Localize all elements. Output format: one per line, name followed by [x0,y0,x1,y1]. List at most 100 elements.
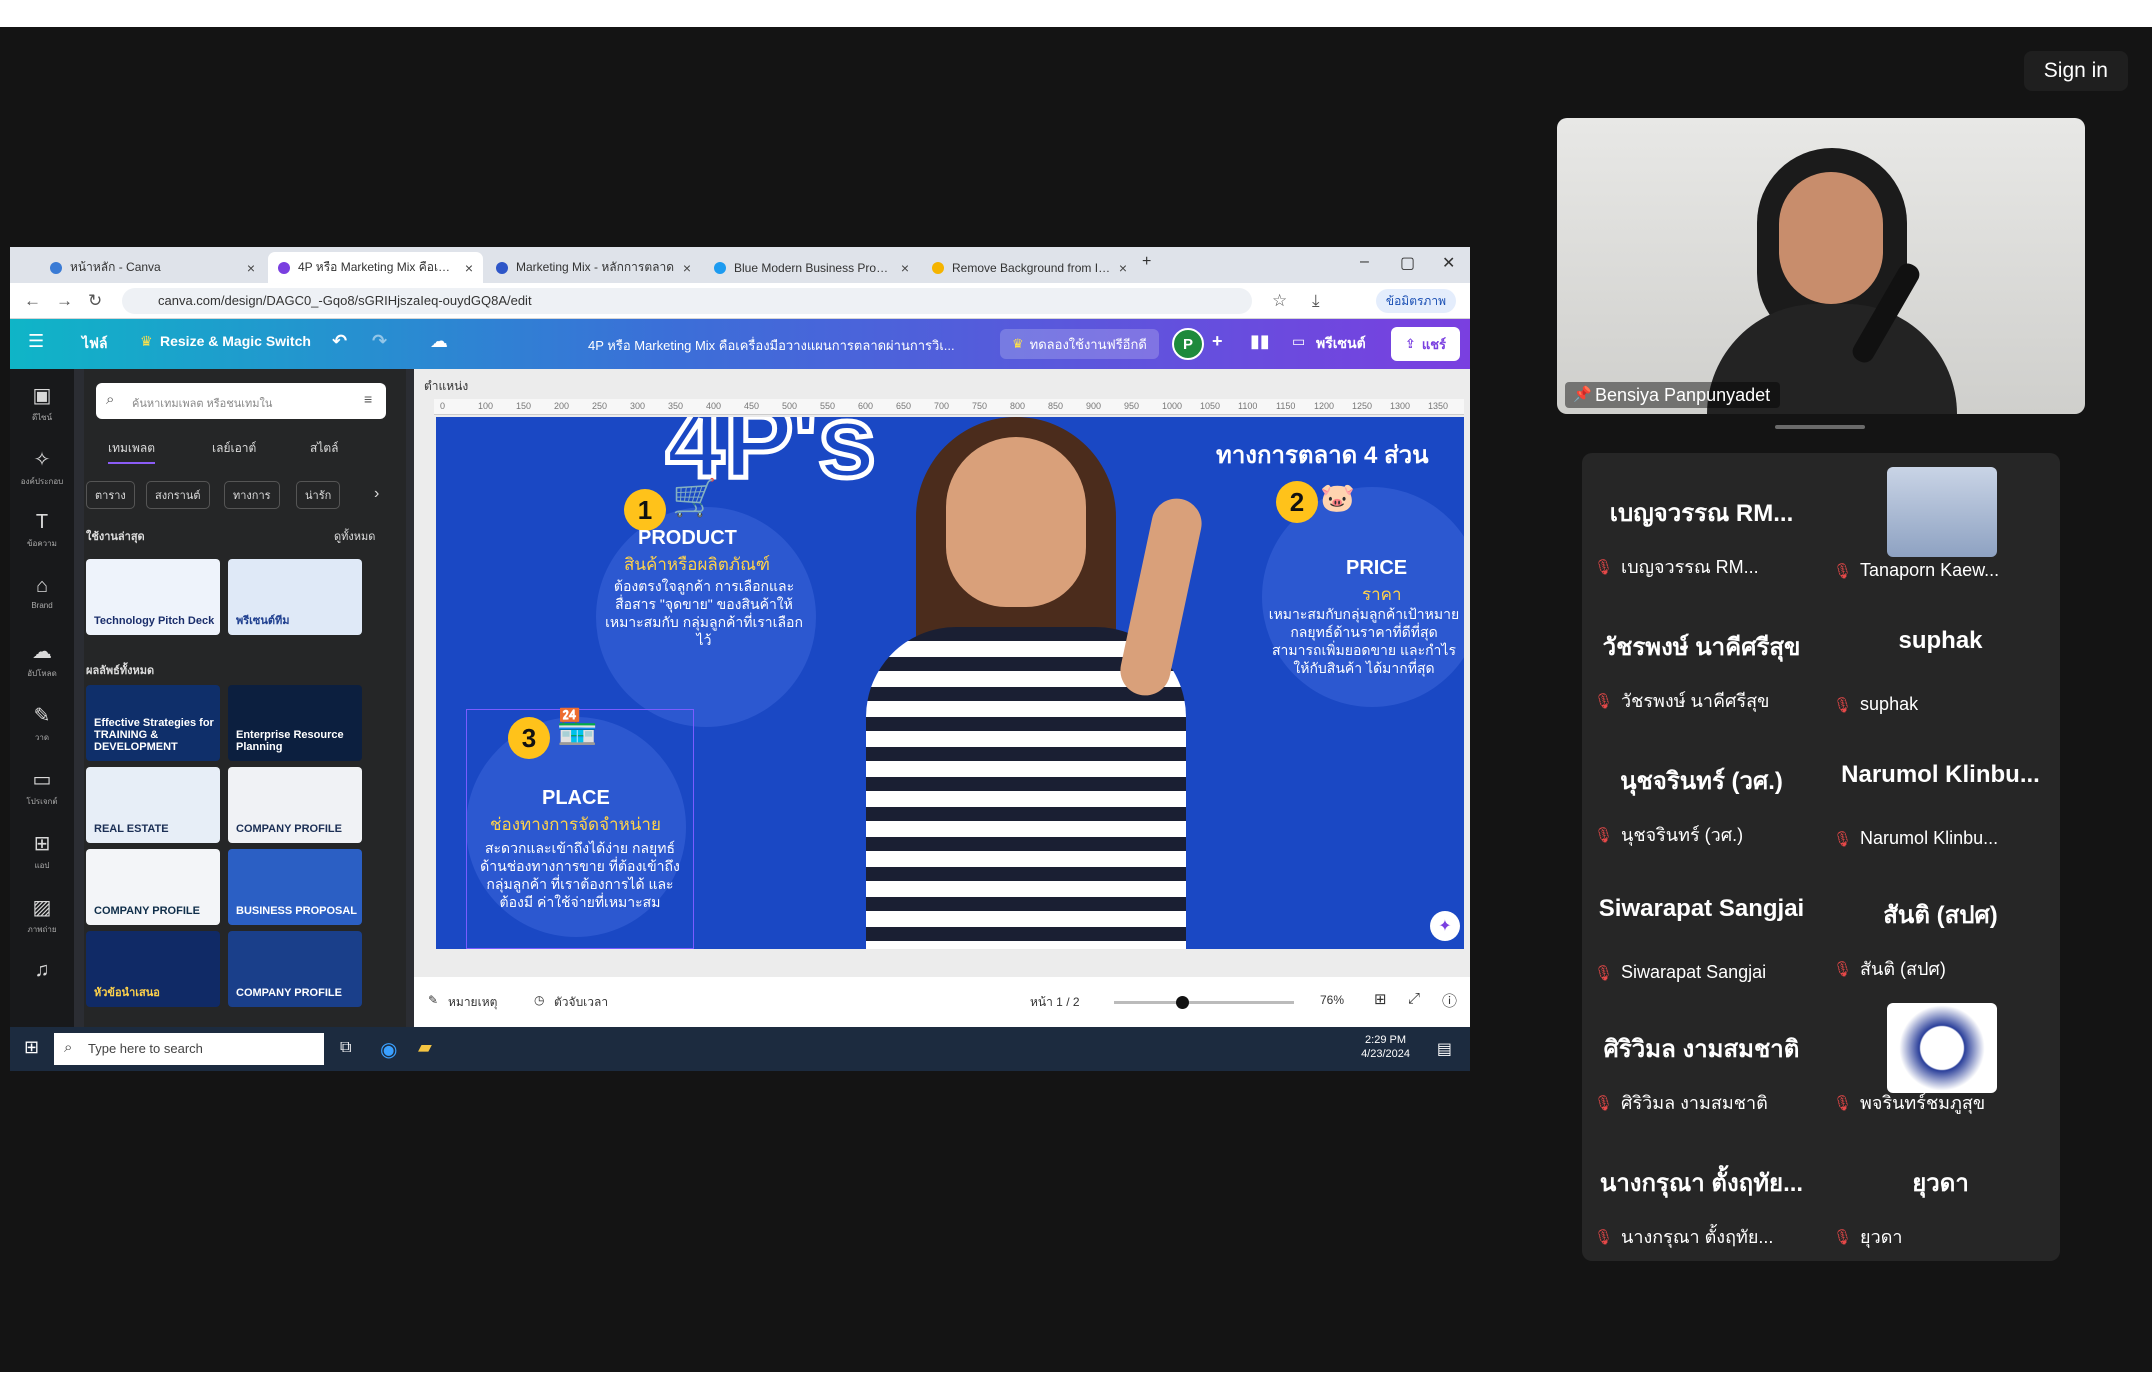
participant-tile[interactable]: 🎙 Tanaporn Kaew... [1821,457,2060,591]
browser-tab-active[interactable]: 4P หรือ Marketing Mix คือเครื่องมือ × [268,252,483,283]
price-subtitle[interactable]: ราคา [1362,581,1402,608]
windows-start-icon[interactable]: ⊞ [24,1037,39,1058]
zoom-level[interactable]: 76% [1320,993,1344,1007]
new-tab-button[interactable]: + [1142,253,1151,271]
browser-tab[interactable]: หน้าหลัก - Canva × [40,252,265,283]
forward-icon[interactable]: → [56,291,73,311]
notes-button[interactable]: หมายเหตุ [448,993,497,1012]
rail-item[interactable]: ⊞ แอป [10,831,74,872]
tab-templates[interactable]: เทมเพลต [108,439,156,464]
share-button[interactable]: ⇪ แชร์ [1390,327,1460,361]
rail-item[interactable]: ⌂ Brand [10,575,74,610]
zoom-slider[interactable] [1114,996,1294,1009]
participant-tile[interactable]: วัชรพงษ์ นาคีศรีสุข 🎙 วัชรพงษ์ นาคีศรีสุข [1582,591,1821,725]
template-thumbnail[interactable]: หัวข้อนำเสนอ [86,931,220,1007]
browser-tab[interactable]: Marketing Mix - หลักการตลาด × [486,252,701,283]
tab-close-icon[interactable]: × [247,260,255,276]
browser-tab[interactable]: Blue Modern Business Proposal × [704,252,919,283]
price-title[interactable]: PRICE [1346,557,1407,580]
tab-close-icon[interactable]: × [465,260,473,276]
rail-item[interactable]: ▨ ภาพถ่าย [10,895,74,936]
tab-close-icon[interactable]: × [683,260,691,276]
redo-icon[interactable]: ↷ [372,331,387,352]
rail-item[interactable]: ☁ อัปโหลด [10,639,74,680]
panel-resize-handle[interactable] [1775,425,1865,429]
product-body[interactable]: ต้องตรงใจลูกค้า การเลือกและสื่อสาร "จุดข… [604,577,804,649]
participant-tile[interactable]: สันติ (สปศ) 🎙 สันติ (สปศ) [1821,859,2060,993]
template-thumbnail[interactable]: BUSINESS PROPOSAL [228,849,362,925]
participant-tile[interactable]: Siwarapat Sangjai 🎙 Siwarapat Sangjai [1582,859,1821,993]
task-view-icon[interactable]: ⧉ [340,1039,351,1057]
product-subtitle[interactable]: สินค้าหรือผลิตภัณฑ์ [624,551,770,578]
template-thumbnail[interactable]: พรีเซนต์ทีม [228,559,362,635]
reload-icon[interactable]: ↻ [88,291,102,311]
resize-button[interactable]: Resize & Magic Switch [160,333,311,349]
template-search-input[interactable]: ค้นหาเทมเพลต หรือชนเทมใน [96,383,386,419]
participant-tile[interactable]: ศิริวิมล งามสมชาติ 🎙 ศิริวิมล งามสมชาติ [1582,993,1821,1127]
product-title[interactable]: PRODUCT [638,527,737,550]
participant-tile[interactable]: นุชจรินทร์ (วศ.) 🎙 นุชจรินทร์ (วศ.) [1582,725,1821,859]
sign-in-button[interactable]: Sign in [2023,51,2128,91]
tab-layouts[interactable]: เลย์เอาต์ [212,439,256,458]
edge-browser-icon[interactable]: ◉ [380,1037,397,1062]
timer-button[interactable]: ตัวจับเวลา [554,993,608,1012]
place-subtitle[interactable]: ช่องทางการจัดจำหน่าย [490,811,661,838]
present-icon[interactable]: ▭ [1292,333,1305,350]
filter-chip[interactable]: สงกรานต์ [146,481,210,509]
tab-close-icon[interactable]: × [901,260,909,276]
chevron-right-icon[interactable]: › [374,485,379,503]
rail-item[interactable]: T ข้อความ [10,511,74,550]
undo-icon[interactable]: ↶ [332,331,347,352]
add-collaborator-icon[interactable]: + [1212,331,1223,352]
tab-styles[interactable]: สไตล์ [310,439,339,458]
rail-item[interactable]: ✧ องค์ประกอบ [10,447,74,488]
magic-sparkle-icon[interactable]: ✦ [1430,911,1460,941]
document-title[interactable]: 4P หรือ Marketing Mix คือเครื่องมือวางแผ… [588,335,955,356]
template-thumbnail[interactable]: COMPANY PROFILE [228,767,362,843]
zoom-slider-knob[interactable] [1176,996,1190,1009]
taskbar-search-input[interactable]: Type here to search [54,1033,324,1065]
template-thumbnail[interactable]: REAL ESTATE [86,767,220,843]
notes-icon[interactable]: ✎ [428,993,438,1007]
participant-tile[interactable]: suphak 🎙 suphak [1821,591,2060,725]
participant-tile[interactable]: ยุวดา 🎙 ยุวดา [1821,1127,2060,1261]
timer-icon[interactable]: ◷ [534,993,544,1007]
file-menu[interactable]: ไฟล์ [82,333,108,355]
notification-icon[interactable]: ▤ [1437,1039,1452,1059]
taskbar-clock[interactable]: 2:29 PM 4/23/2024 [1361,1033,1410,1061]
template-thumbnail[interactable]: Effective Strategies for TRAINING & DEVE… [86,685,220,761]
slide[interactable]: 4P's ทางการตลาด 4 ส่วน 1 🛒 PRODUCT สินค้… [436,417,1464,949]
close-window-icon[interactable]: ✕ [1442,253,1455,273]
price-body[interactable]: เหมาะสมกับกลุ่มลูกค้าเป้าหมาย กลยุทธ์ด้า… [1264,605,1464,677]
place-title[interactable]: PLACE [542,787,610,810]
participant-tile[interactable]: 🎙 พจรินทร์ชมภูสุข [1821,993,2060,1127]
speaker-video-tile[interactable]: 📌 Bensiya Panpunyadet [1557,118,2085,414]
filter-chip[interactable]: ทางการ [224,481,280,509]
tab-close-icon[interactable]: × [1119,260,1127,276]
profile-button[interactable]: ข้อมิตรภาพ [1375,289,1456,313]
help-icon[interactable]: ⓘ [1442,990,1457,1011]
free-trial-button[interactable]: ♛ ทดลองใช้งานฟรีอีกดี [1000,329,1159,359]
download-icon[interactable]: ⤓ [1312,291,1320,311]
slide-subhead[interactable]: ทางการตลาด 4 ส่วน [1216,435,1428,474]
template-thumbnail[interactable]: COMPANY PROFILE [228,931,362,1007]
filter-chip[interactable]: ตาราง [86,481,135,509]
cloud-sync-icon[interactable]: ☁ [430,331,448,352]
file-explorer-icon[interactable]: ▰ [418,1037,432,1058]
rail-item[interactable]: ▭ โปรเจกต์ [10,767,74,808]
rail-item[interactable]: ✎ วาด [10,703,74,744]
participant-tile[interactable]: นางกรุณา ตั้งฤทัย... 🎙 นางกรุณา ตั้งฤทัย..… [1582,1127,1821,1261]
place-body[interactable]: สะดวกและเข้าถึงได้ง่าย กลยุทธ์ด้านช่องทา… [480,839,680,911]
minimize-icon[interactable]: – [1360,253,1369,271]
fullscreen-icon[interactable]: ⤢ [1408,990,1420,1007]
template-thumbnail[interactable]: Enterprise Resource Planning [228,685,362,761]
filter-icon[interactable]: ≡ [364,391,372,407]
browser-tab[interactable]: Remove Background from Image × [922,252,1137,283]
rail-item[interactable]: ▣ ดีไซน์ [10,383,74,424]
page-indicator[interactable]: หน้า 1 / 2 [1030,993,1080,1012]
template-thumbnail[interactable]: Technology Pitch Deck [86,559,220,635]
see-all-link[interactable]: ดูทั้งหมด [334,527,375,545]
menu-icon[interactable]: ☰ [28,331,44,352]
maximize-icon[interactable]: ▢ [1400,253,1415,273]
star-icon[interactable]: ☆ [1272,291,1287,311]
